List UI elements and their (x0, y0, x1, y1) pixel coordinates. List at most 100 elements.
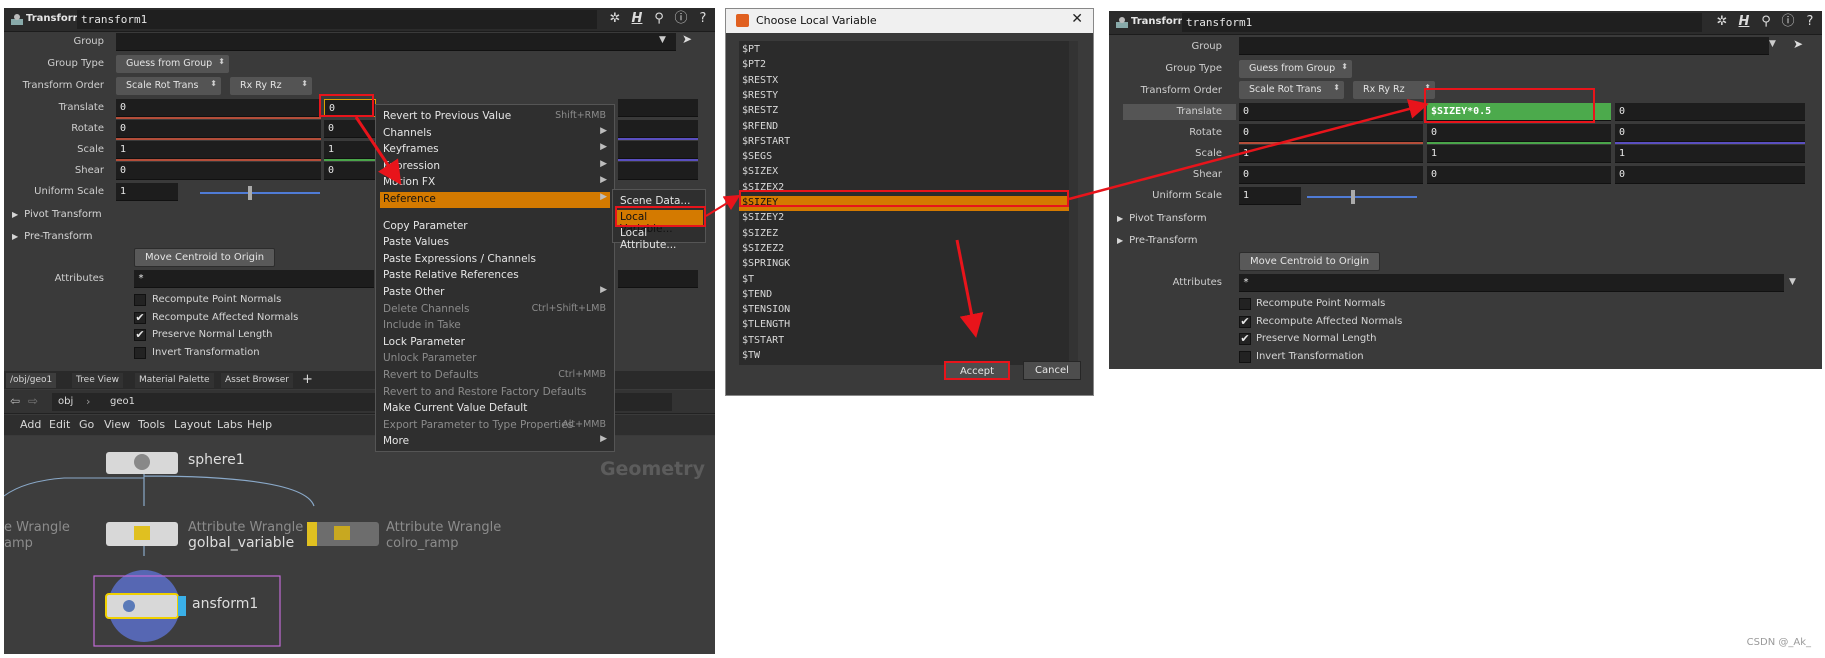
rotate-z-field[interactable]: 0 (1615, 124, 1805, 142)
group-dropdown-arrow-icon[interactable]: ▼ (1769, 39, 1776, 49)
menu-go[interactable]: Go (79, 418, 94, 431)
uniform-scale-slider-track[interactable] (200, 192, 320, 194)
close-icon[interactable]: ✕ (1071, 11, 1083, 27)
pivot-transform-section[interactable]: ▶ Pivot Transform (1117, 213, 1207, 224)
variable-list-item[interactable]: $RESTY (739, 89, 1069, 104)
wrangle-left-name[interactable]: amp (4, 536, 33, 551)
pivot-transform-section[interactable]: ▶ Pivot Transform (12, 209, 102, 220)
gear-icon[interactable]: ✲ (607, 11, 623, 27)
context-menu-item[interactable]: Paste Expressions / Channels (380, 252, 610, 268)
gear-icon[interactable]: ✲ (1714, 14, 1730, 30)
shear-z-field[interactable] (618, 162, 698, 180)
variable-list-item[interactable]: $TENSION (739, 303, 1069, 318)
menu-tools[interactable]: Tools (138, 418, 165, 431)
scale-x-field[interactable]: 1 (116, 141, 321, 159)
rotate-x-field[interactable]: 0 (1239, 124, 1423, 142)
variable-list-item[interactable]: $SPRINGK (739, 257, 1069, 272)
uniform-scale-field[interactable]: 1 (116, 183, 178, 201)
variable-list-item[interactable]: $PT (739, 43, 1069, 58)
shear-z-field[interactable]: 0 (1615, 166, 1805, 184)
variable-list-item[interactable]: $TW (739, 349, 1069, 364)
help-icon[interactable]: ? (1802, 14, 1818, 30)
forward-arrow-icon[interactable]: ⇨ (28, 394, 38, 408)
recompute-affected-normals-checkbox[interactable]: ✔ (1239, 316, 1251, 328)
add-tab-icon[interactable]: + (302, 372, 313, 387)
info-icon[interactable]: ⓘ (1780, 14, 1796, 30)
back-arrow-icon[interactable]: ⇦ (10, 394, 20, 408)
variable-list-item[interactable]: $TEND (739, 288, 1069, 303)
rotate-y-field[interactable]: 0 (1427, 124, 1611, 142)
shear-y-field[interactable]: 0 (324, 162, 376, 180)
op-name-field[interactable]: transform1 (1182, 13, 1702, 32)
menu-view[interactable]: View (104, 418, 130, 431)
context-menu-item[interactable]: Paste Relative References (380, 268, 610, 284)
recompute-point-normals-checkbox[interactable] (134, 294, 146, 306)
uniform-scale-slider-track[interactable] (1307, 196, 1417, 198)
list-scrollbar[interactable] (1069, 41, 1078, 365)
scale-x-field[interactable]: 1 (1239, 145, 1423, 163)
menu-layout[interactable]: Layout (174, 418, 211, 431)
invert-transformation-checkbox[interactable] (1239, 351, 1251, 363)
accept-button[interactable]: Accept (944, 361, 1010, 380)
group-dropdown-arrow-icon[interactable]: ▼ (659, 35, 666, 45)
path-geo1[interactable]: geo1 (110, 396, 135, 407)
tab-tree-view[interactable]: Tree View (72, 373, 123, 388)
variable-list-item[interactable]: $TLENGTH (739, 318, 1069, 333)
variable-list-item[interactable]: $SIZEZ2 (739, 242, 1069, 257)
search-icon[interactable]: ⚲ (1758, 14, 1774, 30)
variable-list-item[interactable]: $T (739, 273, 1069, 288)
translate-z-field[interactable] (618, 99, 698, 117)
context-menu-item[interactable]: Copy Parameter (380, 219, 610, 235)
rotate-x-field[interactable]: 0 (116, 120, 321, 138)
wrangle-mid-name[interactable]: golbal_variable (188, 535, 294, 551)
rotation-order-menu[interactable]: Rx Ry Rz ⬍ (1353, 81, 1435, 99)
attributes-field-tail[interactable] (618, 270, 698, 288)
context-menu-item[interactable]: Keyframes ▶ (380, 142, 610, 158)
group-field[interactable] (116, 33, 676, 51)
context-menu-item[interactable]: Motion FX ▶ (380, 175, 610, 191)
context-menu-item[interactable]: Paste Values (380, 235, 610, 251)
move-centroid-button[interactable]: Move Centroid to Origin (1239, 252, 1381, 271)
uniform-scale-slider-handle[interactable] (1351, 190, 1355, 204)
group-type-menu[interactable]: Guess from Group ⬍ (1239, 60, 1352, 78)
preserve-normal-length-checkbox[interactable]: ✔ (1239, 333, 1251, 345)
wrangle-right-name[interactable]: colro_ramp (386, 536, 458, 551)
transform-node-label[interactable]: ansform1 (192, 596, 258, 612)
pre-transform-section[interactable]: ▶ Pre-Transform (1117, 235, 1198, 246)
variable-list-item[interactable]: $SEGS (739, 150, 1069, 165)
shear-x-field[interactable]: 0 (116, 162, 321, 180)
search-icon[interactable]: ⚲ (651, 11, 667, 27)
context-menu-item[interactable]: Lock Parameter (380, 335, 610, 351)
scale-z-field[interactable] (618, 141, 698, 159)
attributes-field[interactable]: * (134, 270, 374, 288)
shear-y-field[interactable]: 0 (1427, 166, 1611, 184)
variable-list-item[interactable]: $RFEND (739, 120, 1069, 135)
group-type-menu[interactable]: Guess from Group ⬍ (116, 55, 229, 73)
preserve-normal-length-checkbox[interactable]: ✔ (134, 329, 146, 341)
rotate-y-field[interactable]: 0 (324, 120, 376, 138)
attributes-dropdown-arrow-icon[interactable]: ▼ (1789, 277, 1796, 287)
translate-x-field[interactable]: 0 (116, 99, 321, 117)
select-arrow-icon[interactable]: ➤ (682, 32, 692, 46)
uniform-scale-field[interactable]: 1 (1239, 187, 1301, 205)
variable-list-item[interactable]: $SIZEZ (739, 227, 1069, 242)
variable-list-item[interactable]: $RESTZ (739, 104, 1069, 119)
menu-edit[interactable]: Edit (49, 418, 70, 431)
transform-order-menu[interactable]: Scale Rot Trans ⬍ (1239, 81, 1344, 99)
variable-list-item[interactable]: $SIZEX (739, 165, 1069, 180)
translate-x-field[interactable]: 0 (1239, 103, 1423, 121)
menu-add[interactable]: Add (20, 418, 41, 431)
attributes-field[interactable]: * (1239, 274, 1784, 292)
context-menu-item[interactable]: Paste Other ▶ (380, 285, 610, 301)
path-obj[interactable]: obj (58, 396, 73, 407)
move-centroid-button[interactable]: Move Centroid to Origin (134, 248, 276, 267)
info-icon[interactable]: ⓘ (673, 11, 689, 27)
op-name-field[interactable]: transform1 (77, 10, 597, 29)
recompute-affected-normals-checkbox[interactable]: ✔ (134, 312, 146, 324)
network-view[interactable]: Geometry sphere1 e Wrangle amp Attribute… (4, 436, 715, 654)
help-h-icon[interactable]: H (1736, 14, 1752, 30)
context-menu-item[interactable]: Channels ▶ (380, 126, 610, 142)
variable-list-item[interactable]: $RFSTART (739, 135, 1069, 150)
menu-labs[interactable]: Labs (217, 418, 243, 431)
invert-transformation-checkbox[interactable] (134, 347, 146, 359)
